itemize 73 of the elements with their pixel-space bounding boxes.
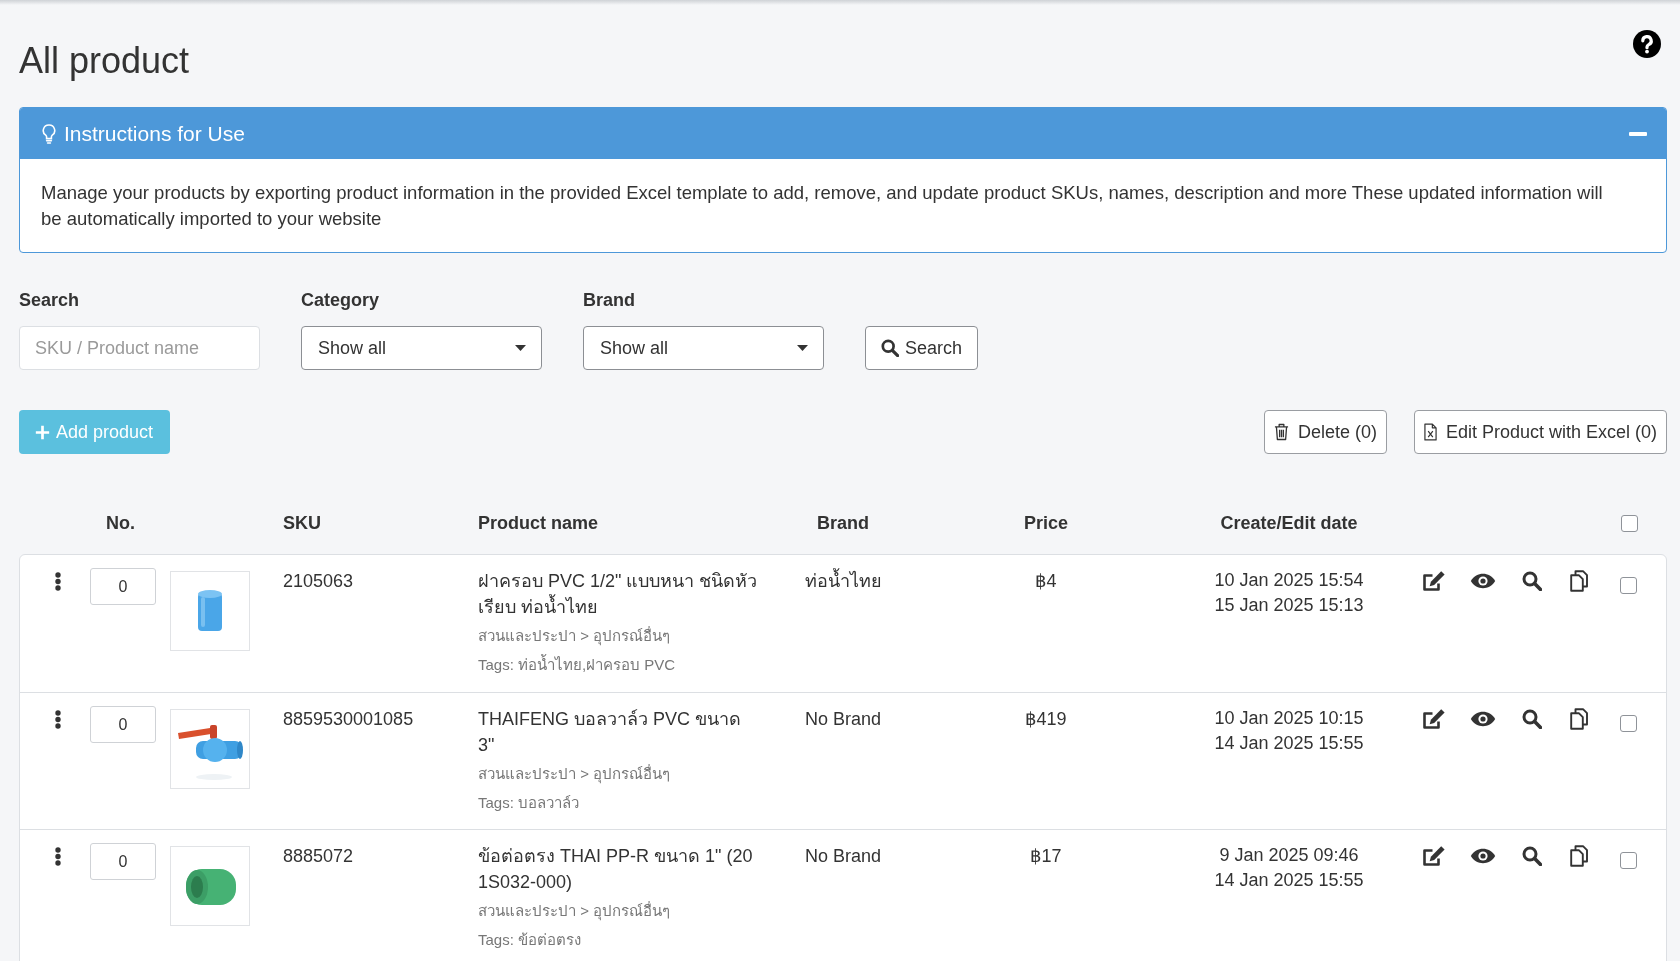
quantity-field[interactable]: 0 <box>90 568 156 605</box>
category-path: สวนและประปา > อุปกรณ์อื่นๆ <box>478 900 671 922</box>
product-name: ฝาครอบ PVC 1/2" แบบหนา ชนิดหัวเรียบ ท่อน้ำไทย <box>478 570 759 619</box>
minus-icon[interactable] <box>1629 131 1647 136</box>
eye-icon[interactable] <box>1470 711 1496 727</box>
field-label: Category <box>301 289 381 311</box>
page-title: All product <box>19 39 190 82</box>
create-date: 10 Jan 2025 10:15 <box>1214 707 1364 730</box>
tags-text: Tags: ข้อต่อตรง <box>478 930 582 950</box>
search-field[interactable]: SKU / Product name <box>19 326 260 370</box>
product-name: ข้อต่อตรง THAI PP-R ขนาด 1" (20 1S032-000) <box>478 845 754 894</box>
edit-date: 14 Jan 2025 15:55 <box>1214 732 1364 755</box>
edit-date: 15 Jan 2025 15:13 <box>1214 594 1364 617</box>
caret-icon <box>797 345 808 351</box>
help-icon[interactable] <box>1633 30 1661 58</box>
checkbox[interactable] <box>1620 852 1637 869</box>
sku-text: 8859530001085 <box>283 709 414 729</box>
sku-text: 2105063 <box>283 571 354 591</box>
product-name: THAIFENG บอลวาล์ว PVC ขนาด 3" <box>478 708 742 757</box>
copy-icon[interactable] <box>1570 708 1588 730</box>
delete-button[interactable]: Delete (0) <box>1263 410 1387 454</box>
more-menu-icon[interactable] <box>55 710 61 729</box>
category-path: สวนและประปา > อุปกรณ์อื่นๆ <box>478 763 671 785</box>
price-text: ฿4 <box>1035 570 1057 593</box>
lightbulb-icon <box>42 123 56 144</box>
edit-icon[interactable] <box>1422 845 1446 867</box>
field-label: Search <box>19 289 81 311</box>
eye-icon[interactable] <box>1470 573 1496 589</box>
category-path: สวนและประปา > อุปกรณ์อื่นๆ <box>478 625 671 647</box>
more-menu-icon[interactable] <box>55 572 61 591</box>
column-header: Create/Edit date <box>1220 511 1358 535</box>
copy-icon[interactable] <box>1570 570 1588 592</box>
column-header: Product name <box>478 511 599 535</box>
column-header: Brand <box>817 511 869 535</box>
edit-date: 14 Jan 2025 15:55 <box>1214 869 1364 892</box>
brand-text: No Brand <box>804 708 881 731</box>
search-icon <box>881 339 899 357</box>
tags-text: Tags: บอลวาล์ว <box>478 793 580 813</box>
spreadsheet-file-icon <box>1423 423 1437 441</box>
edit-with-excel-button[interactable]: Edit Product with Excel (0) <box>1413 410 1667 454</box>
sku-text: 8885072 <box>283 846 354 866</box>
caret-icon <box>515 345 526 351</box>
checkbox[interactable] <box>1620 577 1637 594</box>
search-button[interactable]: Search <box>865 326 979 370</box>
dropdown[interactable]: Show all <box>301 326 542 370</box>
column-header: SKU <box>283 511 321 535</box>
edit-icon[interactable] <box>1422 570 1446 592</box>
search-icon[interactable] <box>1522 846 1542 866</box>
create-date: 10 Jan 2025 15:54 <box>1214 569 1364 592</box>
more-menu-icon[interactable] <box>55 847 61 866</box>
column-header: Price <box>1023 511 1068 535</box>
brand-text: No Brand <box>804 845 881 868</box>
edit-icon[interactable] <box>1422 708 1446 730</box>
quantity-field[interactable]: 0 <box>90 843 156 880</box>
search-icon[interactable] <box>1522 709 1542 729</box>
quantity-field[interactable]: 0 <box>90 706 156 743</box>
panel-title: Instructions for Use <box>64 120 245 147</box>
plus-icon <box>35 424 50 440</box>
brand-text: ท่อน้ำไทย <box>804 568 882 594</box>
price-text: ฿17 <box>1030 845 1062 868</box>
dropdown[interactable]: Show all <box>583 326 824 370</box>
checkbox[interactable] <box>1621 514 1638 532</box>
column-header: No. <box>106 511 135 535</box>
eye-icon[interactable] <box>1470 848 1496 864</box>
instructions-text: Manage your products by exporting product information in the provided Excel template to add, remove, and update product SKUs, names, description and more These updated information will be automatically imported to your website <box>41 181 1604 231</box>
tags-text: Tags: ท่อน้ำไทย,ฝาครอบ PVC <box>478 654 676 675</box>
create-date: 9 Jan 2025 09:46 <box>1219 844 1359 867</box>
copy-icon[interactable] <box>1570 845 1588 867</box>
field-label: Brand <box>583 289 636 311</box>
trash-icon <box>1273 423 1289 441</box>
price-text: ฿419 <box>1025 708 1067 731</box>
checkbox[interactable] <box>1620 715 1637 732</box>
search-icon[interactable] <box>1522 571 1542 591</box>
